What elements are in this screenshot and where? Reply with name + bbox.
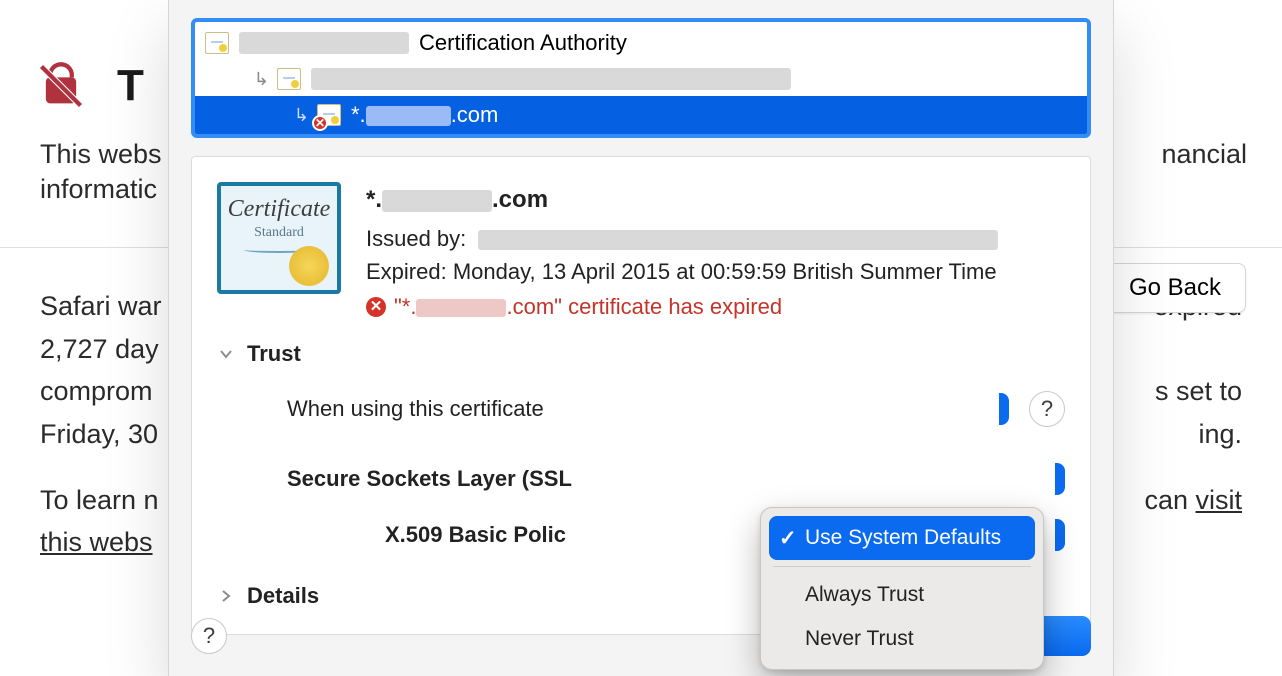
certificate-dialog: Certification Authority ↳ ↳ ✕ *. .com Ce…: [168, 0, 1114, 676]
body-frag: Safari war: [40, 291, 162, 321]
chain-row-leaf-selected[interactable]: ↳ ✕ *. .com: [195, 96, 1087, 134]
error-badge-icon: ✕: [366, 297, 386, 317]
seal-icon: [289, 246, 329, 286]
error-badge-icon: ✕: [312, 115, 328, 131]
certificate-title: *. .com: [366, 182, 1065, 218]
leaf-suffix: .com: [451, 102, 499, 127]
expired-label: Expired:: [366, 259, 447, 284]
tree-arrow-icon: ↳: [233, 69, 267, 90]
leaf-prefix: *.: [351, 102, 366, 127]
learn-frag: To learn n: [40, 485, 159, 515]
trust-select-x509[interactable]: [1055, 519, 1065, 551]
go-back-button[interactable]: Go Back: [1104, 263, 1246, 313]
redacted-text: [382, 190, 492, 212]
issued-by-row: Issued by:: [366, 222, 1065, 255]
certificate-icon: [277, 68, 301, 90]
issued-by-label: Issued by:: [366, 226, 466, 251]
learn-frag: can: [1144, 485, 1195, 515]
dropdown-separator: [773, 566, 1031, 567]
cert-art-word: Certificate: [228, 196, 331, 223]
insecure-lock-icon: [35, 60, 87, 112]
body-frag: ing.: [1198, 416, 1242, 452]
redacted-text: [366, 106, 451, 126]
dialog-help-button[interactable]: ?: [191, 618, 227, 654]
trust-dropdown-menu: Use System Defaults Always Trust Never T…: [760, 507, 1044, 670]
tree-arrow-icon: ↳: [273, 105, 307, 126]
visit-link[interactable]: visit: [1196, 485, 1243, 515]
lead-frag3: informatic: [40, 174, 157, 204]
chain-row-root[interactable]: Certification Authority: [195, 24, 1087, 62]
chevron-down-icon: [217, 345, 235, 363]
redacted-text: [416, 299, 506, 317]
dropdown-option-never-trust[interactable]: Never Trust: [769, 617, 1035, 661]
body-frag: 2,727 day: [40, 334, 159, 364]
title-prefix: *.: [366, 186, 382, 213]
title-suffix: .com: [492, 186, 548, 213]
detail-info: *. .com Issued by: Expired: Monday, 13 A…: [366, 182, 1065, 323]
redacted-text: [311, 68, 791, 90]
trust-row-when-using: When using this certificate ?: [287, 381, 1065, 437]
chain-root-label: Certification Authority: [419, 30, 627, 56]
lead-frag2: nancial: [1161, 137, 1247, 172]
expired-row: Expired: Monday, 13 April 2015 at 00:59:…: [366, 255, 1065, 288]
certificate-large-icon: Certificate Standard: [217, 182, 341, 294]
certificate-icon: [205, 32, 229, 54]
page-title: T: [117, 61, 144, 111]
chevron-right-icon: [217, 587, 235, 605]
redacted-text: [239, 32, 409, 54]
cert-art-sub: Standard: [254, 225, 304, 241]
lead-frag1: This webs: [40, 139, 162, 169]
body-frag: Friday, 30: [40, 419, 158, 449]
warn-prefix: "*.: [394, 294, 416, 319]
dropdown-option-always-trust[interactable]: Always Trust: [769, 573, 1035, 617]
redacted-text: [478, 230, 998, 250]
expired-warning: ✕ "*. .com" certificate has expired: [366, 290, 1065, 323]
warn-suffix: .com" certificate has expired: [506, 294, 782, 319]
certificate-detail-pane: Certificate Standard *. .com Issued by: …: [191, 156, 1091, 635]
certificate-error-icon: ✕: [317, 104, 341, 126]
details-section-label: Details: [247, 583, 319, 609]
trust-section-label: Trust: [247, 341, 301, 367]
go-back-wrap: Go Back: [1104, 263, 1246, 313]
expired-value: Monday, 13 April 2015 at 00:59:59 Britis…: [453, 259, 997, 284]
certificate-chain[interactable]: Certification Authority ↳ ↳ ✕ *. .com: [191, 18, 1091, 138]
trust-when-label: When using this certificate: [287, 396, 544, 422]
chain-row-intermediate[interactable]: ↳: [195, 62, 1087, 96]
trust-select-ssl[interactable]: [1055, 463, 1065, 495]
detail-header: Certificate Standard *. .com Issued by: …: [217, 182, 1065, 323]
trust-row-ssl: Secure Sockets Layer (SSL: [287, 451, 1065, 507]
trust-select-when[interactable]: [999, 393, 1009, 425]
trust-x509-label: X.509 Basic Polic: [385, 522, 566, 548]
trust-ssl-label: Secure Sockets Layer (SSL: [287, 466, 572, 492]
dropdown-option-use-system-defaults[interactable]: Use System Defaults: [769, 516, 1035, 560]
body-frag: comprom: [40, 376, 153, 406]
body-frag: s set to: [1155, 373, 1242, 409]
trust-help-button[interactable]: ?: [1029, 391, 1065, 427]
trust-section-toggle[interactable]: Trust: [217, 341, 1065, 367]
this-website-link[interactable]: this webs: [40, 527, 153, 557]
